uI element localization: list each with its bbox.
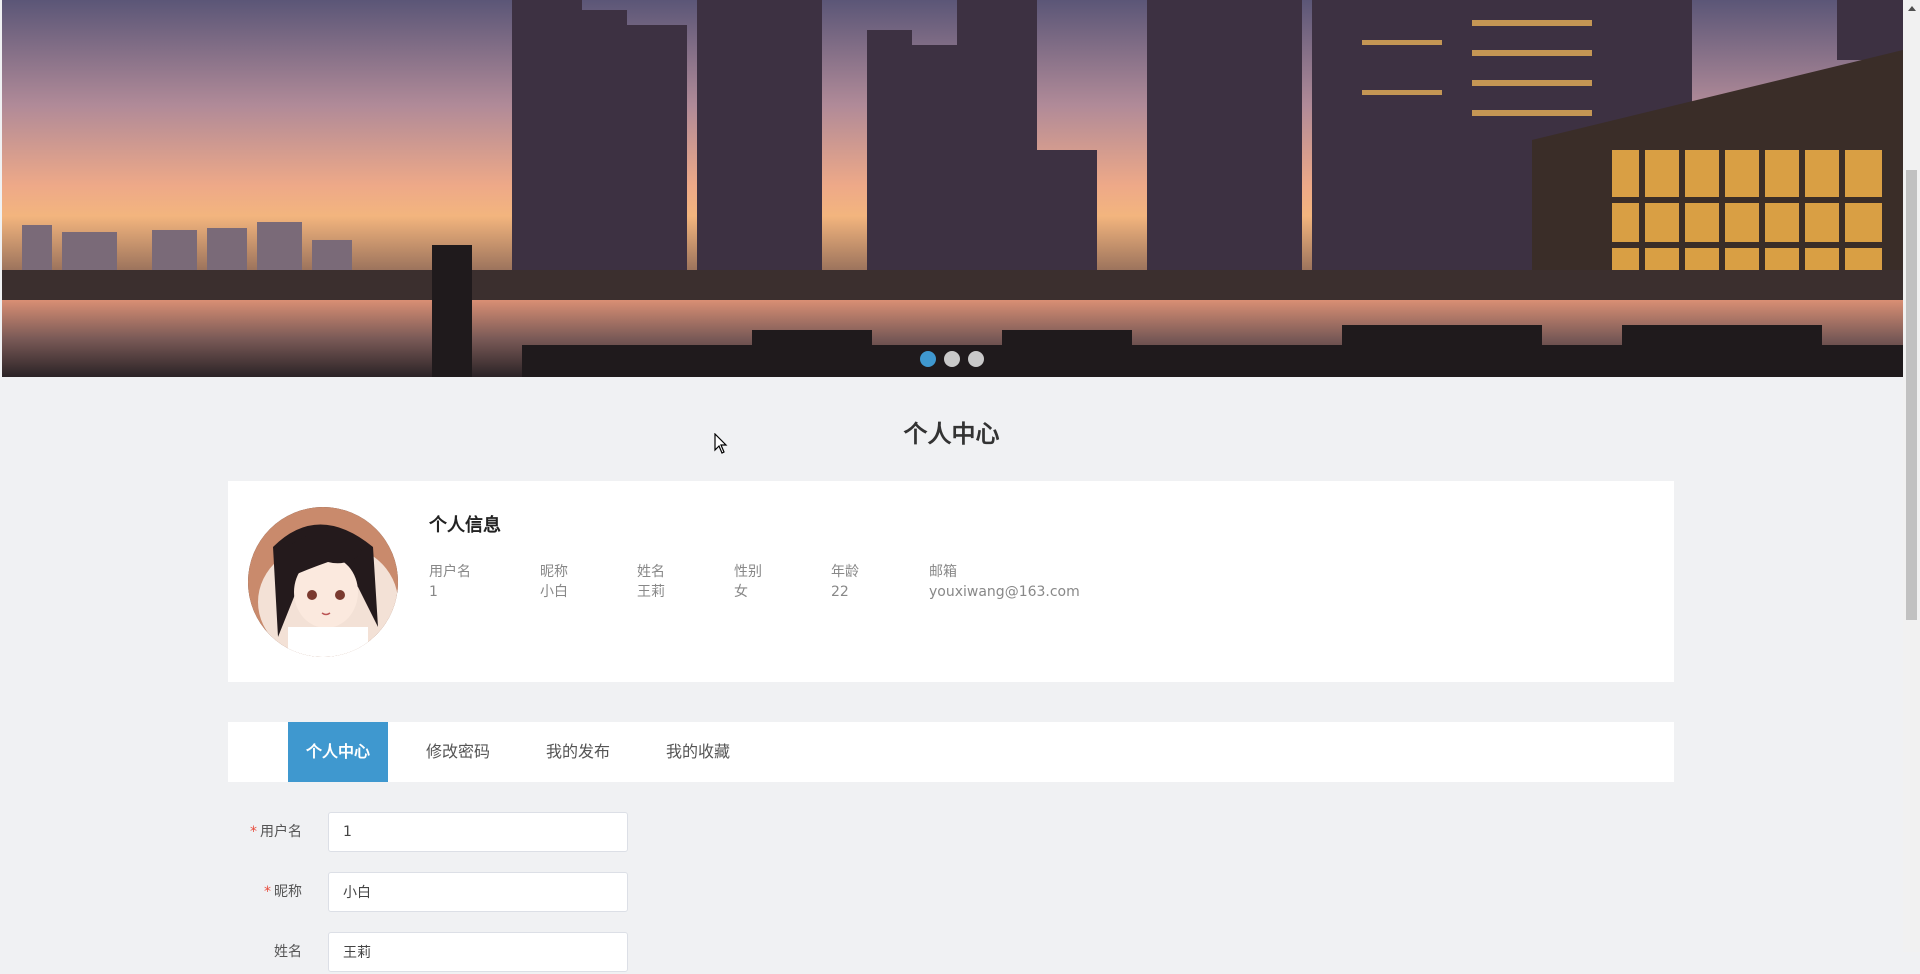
info-nickname-value: 小白 bbox=[540, 584, 568, 600]
tab-my-posts[interactable]: 我的发布 bbox=[528, 722, 628, 782]
info-gender-label: 性别 bbox=[734, 564, 762, 580]
carousel-dots bbox=[920, 351, 984, 367]
tab-my-favorites[interactable]: 我的收藏 bbox=[648, 722, 748, 782]
profile-tabs: 个人中心 修改密码 我的发布 我的收藏 bbox=[228, 722, 1674, 782]
profile-section-title: 个人信息 bbox=[429, 515, 501, 536]
info-nickname-label: 昵称 bbox=[540, 564, 568, 580]
carousel-dot-1[interactable] bbox=[920, 351, 936, 367]
info-nickname: 昵称 小白 bbox=[540, 562, 568, 603]
info-age-label: 年龄 bbox=[831, 564, 859, 580]
form-row-username: * 用户名 bbox=[228, 812, 628, 854]
info-age-value: 22 bbox=[831, 584, 849, 600]
form-row-nickname: * 昵称 bbox=[228, 872, 628, 914]
profile-card: 个人信息 用户名 1 昵称 小白 姓名 王莉 性别 女 年龄 22 邮箱 you… bbox=[228, 481, 1674, 682]
name-label-text: 姓名 bbox=[274, 944, 302, 960]
info-name: 姓名 王莉 bbox=[637, 562, 665, 603]
info-email-label: 邮箱 bbox=[929, 564, 957, 580]
required-mark: * bbox=[264, 884, 271, 900]
info-name-label: 姓名 bbox=[637, 564, 665, 580]
page-scrollbar[interactable] bbox=[1903, 0, 1920, 952]
info-gender-value: 女 bbox=[734, 584, 748, 600]
avatar-image bbox=[248, 507, 398, 657]
name-field-label: 姓名 bbox=[274, 932, 302, 972]
info-username-value: 1 bbox=[429, 584, 438, 600]
carousel-dot-3[interactable] bbox=[968, 351, 984, 367]
tab-personal-center[interactable]: 个人中心 bbox=[288, 722, 388, 782]
tab-change-password[interactable]: 修改密码 bbox=[408, 722, 508, 782]
scroll-up-icon[interactable] bbox=[1903, 0, 1920, 17]
nickname-label-text: 昵称 bbox=[274, 884, 302, 900]
info-gender: 性别 女 bbox=[734, 562, 762, 603]
form-row-name: 姓名 bbox=[228, 932, 628, 974]
carousel-dot-2[interactable] bbox=[944, 351, 960, 367]
scroll-thumb[interactable] bbox=[1906, 170, 1917, 620]
avatar bbox=[248, 507, 398, 657]
nickname-input[interactable] bbox=[328, 872, 628, 912]
username-label-text: 用户名 bbox=[260, 824, 302, 840]
nickname-field-label: * 昵称 bbox=[264, 872, 302, 912]
required-mark: * bbox=[250, 824, 257, 840]
info-name-value: 王莉 bbox=[637, 584, 665, 600]
banner-carousel[interactable] bbox=[2, 0, 1903, 377]
page-title: 个人中心 bbox=[903, 420, 1000, 448]
info-email-value: youxiwang@163.com bbox=[929, 584, 1080, 600]
mouse-cursor-icon bbox=[714, 433, 728, 454]
info-age: 年龄 22 bbox=[831, 562, 859, 603]
name-input[interactable] bbox=[328, 932, 628, 972]
banner-image bbox=[2, 0, 1903, 377]
username-input[interactable] bbox=[328, 812, 628, 852]
username-field-label: * 用户名 bbox=[250, 812, 302, 852]
info-email: 邮箱 youxiwang@163.com bbox=[929, 562, 1080, 603]
info-username: 用户名 1 bbox=[429, 562, 471, 603]
info-username-label: 用户名 bbox=[429, 564, 471, 580]
